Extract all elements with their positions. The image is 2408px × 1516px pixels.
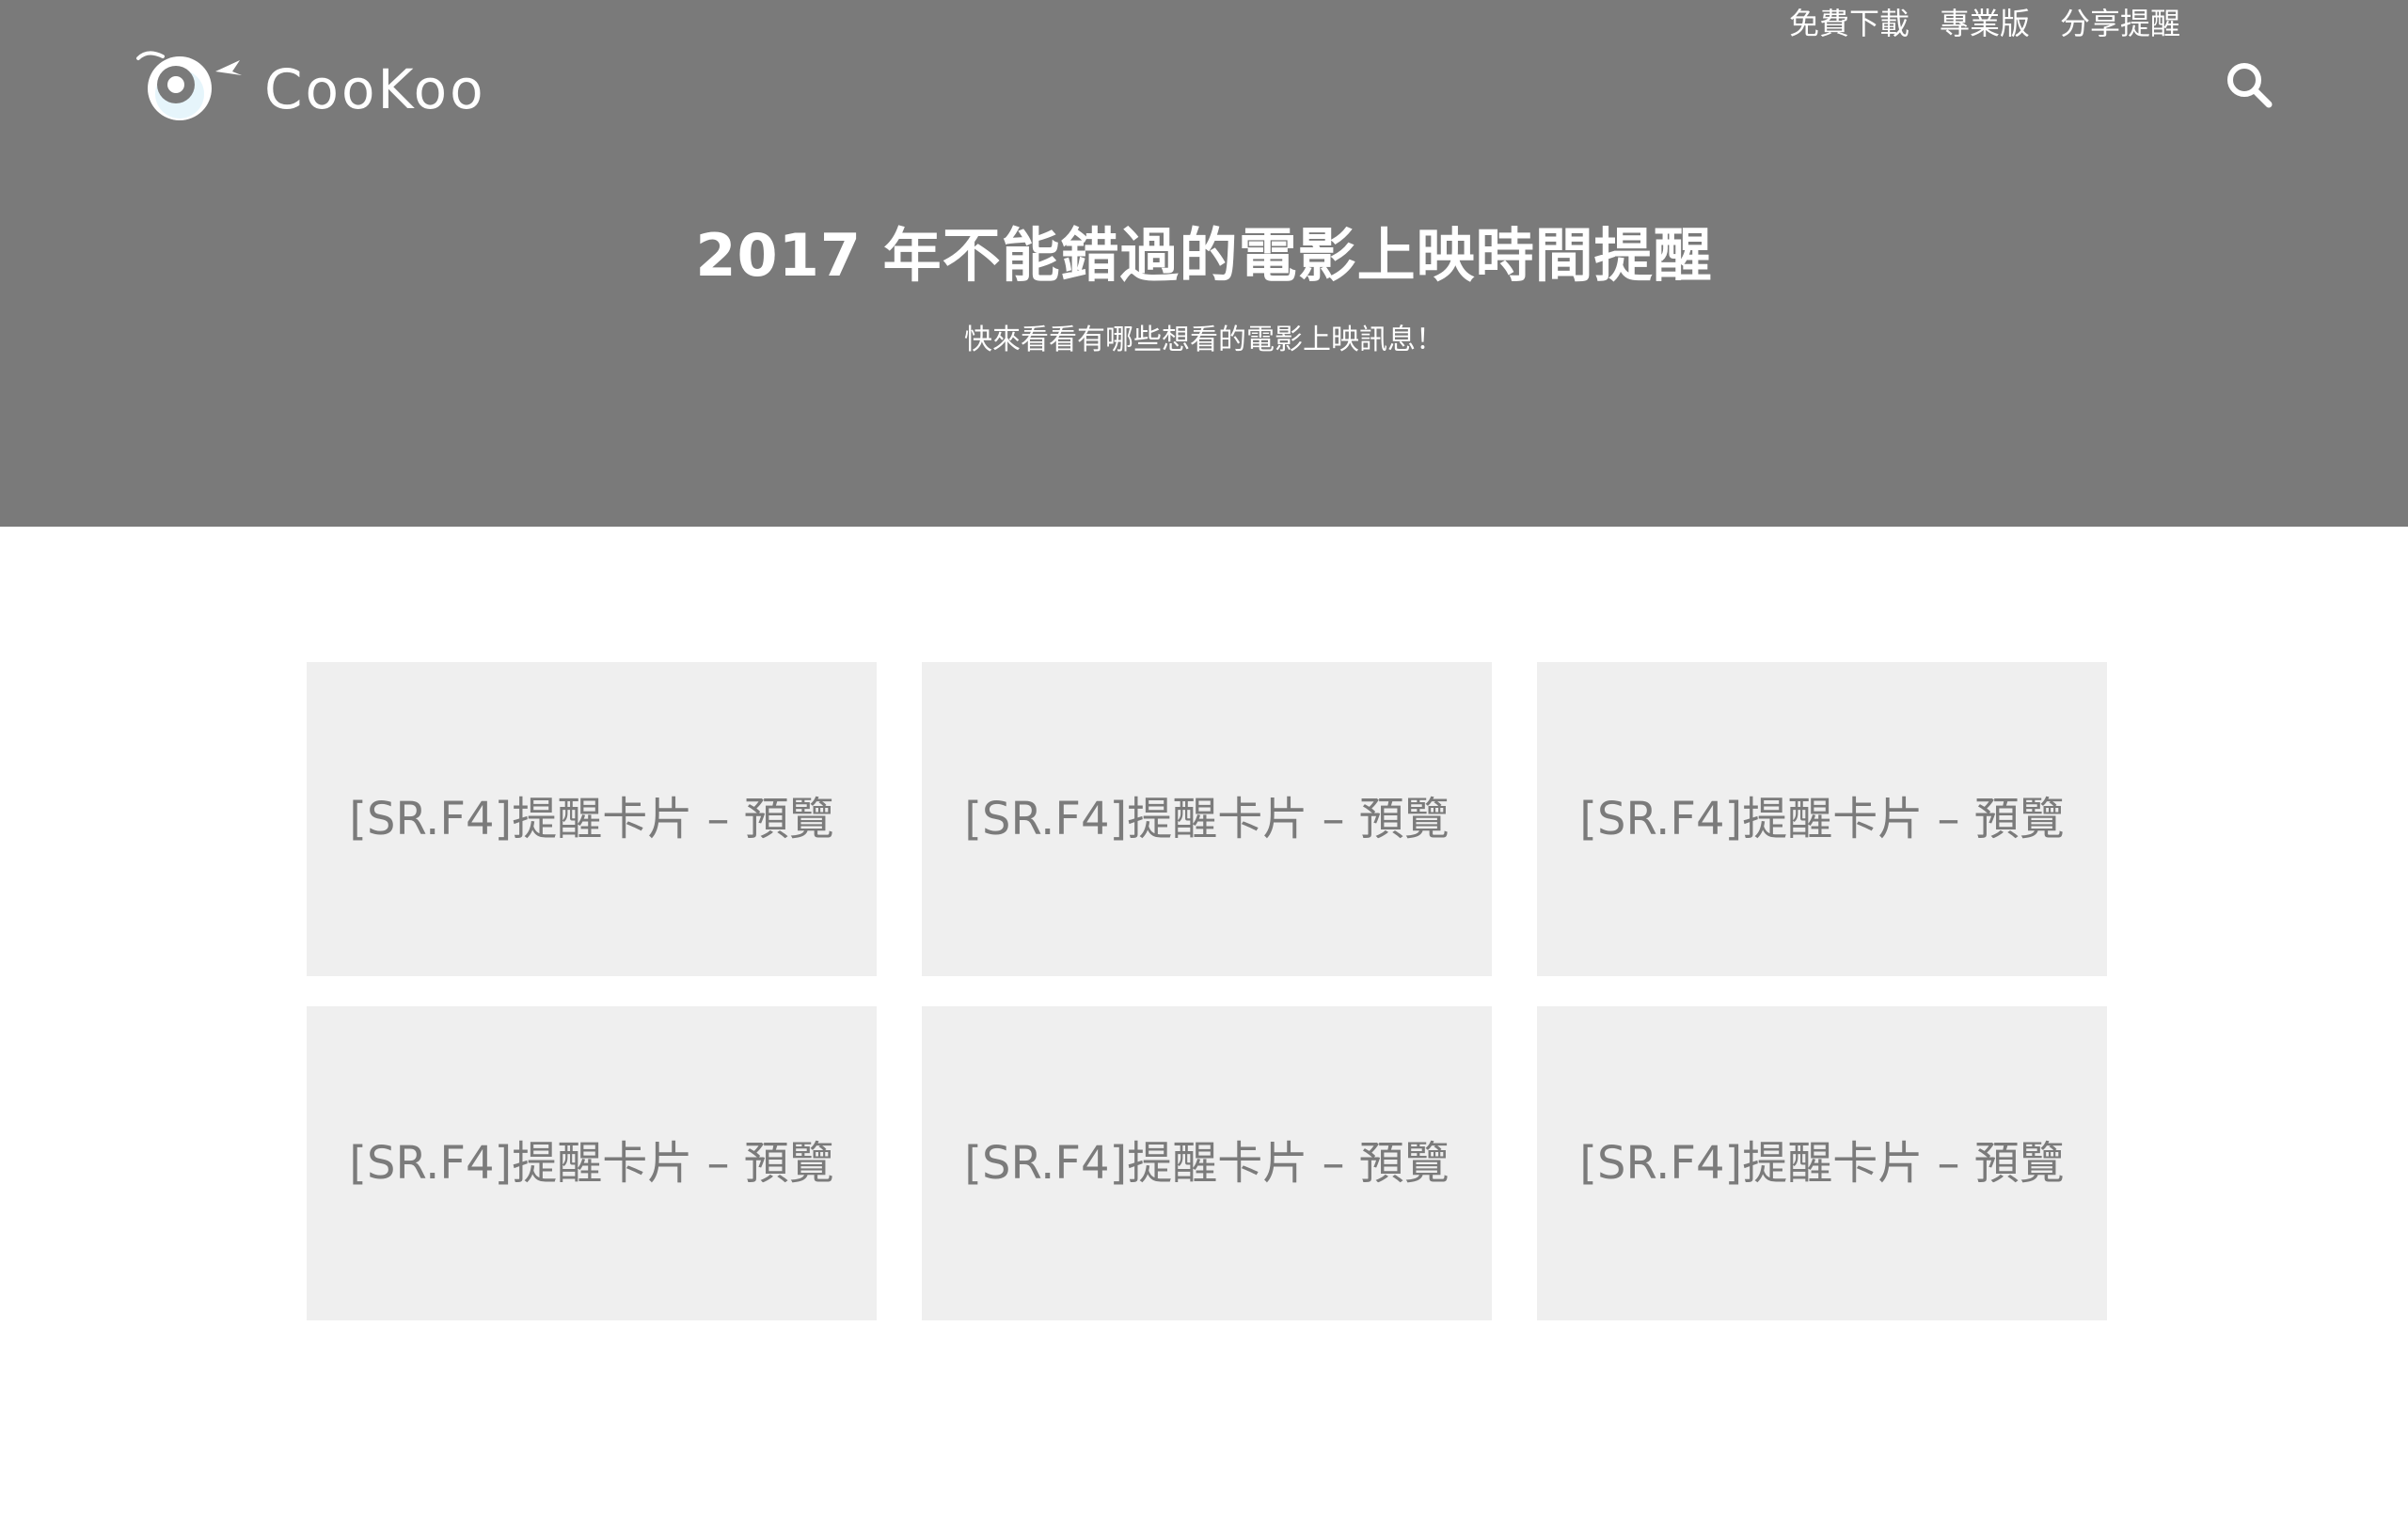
brand-logo-link[interactable]: CooKoo [135,47,486,124]
reminder-card-title: [SR.F4]提醒卡片 – 預覽 [1579,793,2065,845]
page-title: 2017 年不能錯過的電影上映時間提醒 [695,221,1713,290]
reminder-card[interactable]: [SR.F4]提醒卡片 – 預覽 [307,662,877,976]
nav-item-free-download[interactable]: 免費下載 [1789,0,1909,47]
nav-item-pro[interactable]: 專業版 [1940,0,2030,47]
cookoo-logo-icon [136,51,242,120]
reminder-card[interactable]: [SR.F4]提醒卡片 – 預覽 [307,1006,877,1320]
reminder-card-title: [SR.F4]提醒卡片 – 預覽 [1579,1137,2065,1190]
reminder-card[interactable]: [SR.F4]提醒卡片 – 預覽 [922,1006,1492,1320]
hero-banner: CooKoo 免費下載 專業版 分享提醒 2017 年不能錯過的電影上映時間提醒… [0,0,2408,527]
reminder-card[interactable]: [SR.F4]提醒卡片 – 預覽 [1537,662,2107,976]
page-subtitle: 快來看看有哪些想看的電影上映訊息！ [964,324,1444,356]
reminder-card[interactable]: [SR.F4]提醒卡片 – 預覽 [1537,1006,2107,1320]
nav-item-share-reminder[interactable]: 分享提醒 [2060,0,2180,47]
reminder-card-title: [SR.F4]提醒卡片 – 預覽 [349,793,834,845]
reminder-card[interactable]: [SR.F4]提醒卡片 – 預覽 [922,662,1492,976]
search-icon[interactable] [2225,60,2273,109]
reminder-card-title: [SR.F4]提醒卡片 – 預覽 [964,1137,1450,1190]
reminder-card-title: [SR.F4]提醒卡片 – 預覽 [964,793,1450,845]
brand-name: CooKoo [264,57,486,121]
reminder-card-title: [SR.F4]提醒卡片 – 預覽 [349,1137,834,1190]
